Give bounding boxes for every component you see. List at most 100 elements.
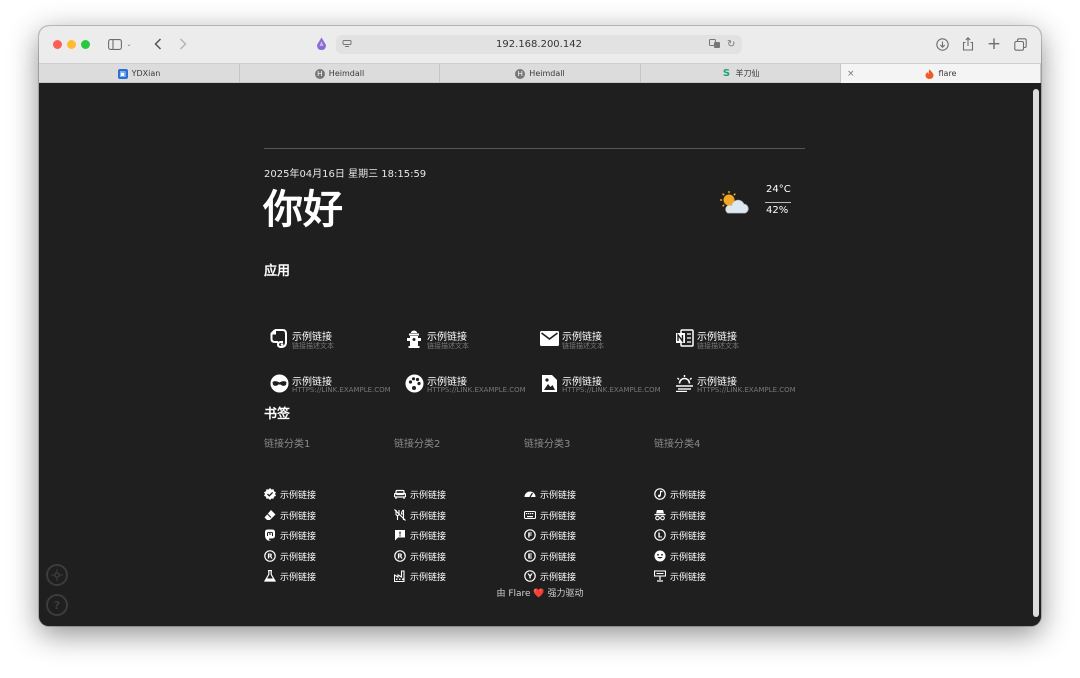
gauge-icon bbox=[524, 488, 536, 500]
bookmark-link[interactable]: R 示例链接 bbox=[264, 549, 316, 563]
incognito-icon bbox=[654, 509, 666, 521]
tab-heimdall[interactable]: H Heimdall bbox=[240, 64, 440, 83]
incognito-icon bbox=[269, 373, 289, 393]
bookmark-link[interactable]: 示例链接 bbox=[394, 528, 446, 542]
minimize-window-button[interactable] bbox=[67, 40, 76, 49]
check-decagram-icon bbox=[264, 488, 276, 500]
bookmark-category-title: 链接分类4 bbox=[654, 439, 701, 450]
apps-section-title: 应用 bbox=[264, 264, 291, 279]
app-link[interactable]: 示例链接 HTTPS://LINK.EXAMPLE.COM bbox=[670, 370, 800, 400]
bookmark-link[interactable]: 示例链接 bbox=[524, 487, 576, 501]
app-desc: 链接描述文本 bbox=[292, 342, 334, 350]
evernote-icon bbox=[269, 328, 289, 348]
letter-y-circle-icon: Y bbox=[524, 570, 536, 582]
bookmark-category-title: 链接分类2 bbox=[394, 439, 441, 450]
datetime: 2025年04月16日 星期三 18:15:59 bbox=[264, 169, 427, 180]
app-link[interactable]: 示例链接 链接描述文本 bbox=[265, 325, 395, 355]
close-tab-icon[interactable]: × bbox=[847, 69, 855, 79]
reload-icon[interactable]: ↻ bbox=[727, 35, 735, 54]
flame-favicon-icon bbox=[925, 68, 935, 79]
scrollbar[interactable] bbox=[1033, 89, 1039, 617]
app-link[interactable]: 示例链接 HTTPS://LINK.EXAMPLE.COM bbox=[535, 370, 665, 400]
letter-l-circle-icon: L bbox=[654, 529, 666, 541]
bookmark-link[interactable]: 示例链接 bbox=[394, 508, 446, 522]
tab-overview-icon[interactable] bbox=[1012, 34, 1028, 54]
back-icon[interactable] bbox=[151, 34, 165, 54]
bookmark-link[interactable]: 示例链接 bbox=[264, 569, 316, 583]
bookmark-link[interactable]: F 示例链接 bbox=[524, 528, 576, 542]
bookmark-link[interactable]: 示例链接 bbox=[654, 508, 706, 522]
bookmark-link[interactable]: 示例链接 bbox=[264, 528, 316, 542]
bookmark-link[interactable]: 示例链接 bbox=[654, 569, 706, 583]
bookmark-label: 示例链接 bbox=[280, 572, 317, 583]
help-icon[interactable]: ? bbox=[46, 594, 68, 616]
tab-heimdall[interactable]: H Heimdall bbox=[440, 64, 641, 83]
downloads-icon[interactable] bbox=[934, 34, 950, 54]
bookmark-label: 示例链接 bbox=[410, 531, 447, 542]
keyboard-icon bbox=[524, 509, 536, 521]
bookmark-label: 示例链接 bbox=[670, 552, 707, 563]
tab-label: flare bbox=[938, 69, 957, 78]
app-desc: HTTPS://LINK.EXAMPLE.COM bbox=[292, 386, 391, 394]
app-link[interactable]: 示例链接 链接描述文本 bbox=[535, 325, 665, 355]
address-bar[interactable]: 192.168.200.142 ↻ bbox=[336, 35, 742, 54]
extension-icon[interactable] bbox=[314, 34, 328, 54]
bookmark-label: 示例链接 bbox=[280, 552, 317, 563]
footer: 由 Flare ❤️ 强力驱动 bbox=[39, 586, 1041, 599]
ydxian-favicon-icon: ▣ bbox=[117, 68, 128, 79]
weather-humidity: 42% bbox=[766, 205, 789, 216]
settings-icon[interactable] bbox=[46, 564, 68, 586]
header-divider bbox=[264, 148, 805, 149]
bookmark-category-title: 链接分类3 bbox=[524, 439, 571, 450]
weather-divider bbox=[765, 202, 791, 203]
bookmark-link[interactable]: L 示例链接 bbox=[654, 528, 706, 542]
svg-text:F: F bbox=[528, 532, 533, 540]
app-link[interactable]: 示例链接 HTTPS://LINK.EXAMPLE.COM bbox=[265, 370, 395, 400]
app-link[interactable]: 示例链接 HTTPS://LINK.EXAMPLE.COM bbox=[400, 370, 530, 400]
bookmark-label: 示例链接 bbox=[540, 572, 577, 583]
tab-ydxian[interactable]: ▣ YDXian bbox=[39, 64, 240, 83]
weather-hazy-icon bbox=[674, 373, 694, 393]
bookmark-link[interactable]: R 示例链接 bbox=[394, 549, 446, 563]
zoom-window-button[interactable] bbox=[81, 40, 90, 49]
bookmark-link[interactable]: 示例链接 bbox=[264, 487, 316, 501]
bookmark-label: 示例链接 bbox=[410, 490, 447, 501]
chevron-down-icon[interactable]: ⌄ bbox=[125, 34, 133, 54]
tab-yangdaoxian[interactable]: S 羊刀仙 bbox=[641, 64, 841, 83]
svg-text:E: E bbox=[528, 553, 533, 561]
address-url: 192.168.200.142 bbox=[496, 39, 582, 50]
bookmark-label: 示例链接 bbox=[540, 531, 577, 542]
sidebar-toggle-icon[interactable] bbox=[107, 34, 123, 54]
app-desc: 链接描述文本 bbox=[697, 342, 739, 350]
weather-temperature: 24°C bbox=[766, 184, 791, 195]
share-icon[interactable] bbox=[960, 34, 976, 54]
bookmark-link[interactable]: Y 示例链接 bbox=[524, 569, 576, 583]
mastodon-icon bbox=[264, 529, 276, 541]
bookmark-label: 示例链接 bbox=[280, 511, 317, 522]
help-label: ? bbox=[53, 598, 61, 612]
new-tab-icon[interactable]: + bbox=[986, 34, 1002, 54]
forward-icon[interactable] bbox=[176, 34, 190, 54]
svg-text:L: L bbox=[658, 532, 663, 540]
translate-icon[interactable] bbox=[709, 35, 721, 54]
bookmark-link[interactable]: 示例链接 bbox=[264, 508, 316, 522]
s-favicon-icon: S bbox=[722, 68, 731, 79]
bookmark-link[interactable]: 示例链接 bbox=[394, 487, 446, 501]
bookmark-link[interactable]: 示例链接 bbox=[654, 487, 706, 501]
bookmark-link[interactable]: 示例链接 bbox=[394, 569, 446, 583]
bookmark-link[interactable]: E 示例链接 bbox=[524, 549, 576, 563]
footer-suffix: 强力驱动 bbox=[547, 589, 584, 599]
bookmark-link[interactable]: 示例链接 bbox=[524, 508, 576, 522]
app-link[interactable]: 示例链接 链接描述文本 bbox=[400, 325, 530, 355]
bookmark-label: 示例链接 bbox=[540, 490, 577, 501]
email-icon bbox=[539, 328, 559, 348]
tab-flare[interactable]: × flare bbox=[841, 64, 1041, 83]
bookmark-link[interactable]: 示例链接 bbox=[654, 549, 706, 563]
onenote-icon bbox=[674, 328, 694, 348]
app-link[interactable]: 示例链接 链接描述文本 bbox=[670, 325, 800, 355]
bookmark-label: 示例链接 bbox=[410, 552, 447, 563]
heart-icon: ❤️ bbox=[533, 589, 545, 599]
close-window-button[interactable] bbox=[53, 40, 62, 49]
letter-r-circle-icon: R bbox=[264, 550, 276, 562]
flask-icon bbox=[264, 570, 276, 582]
